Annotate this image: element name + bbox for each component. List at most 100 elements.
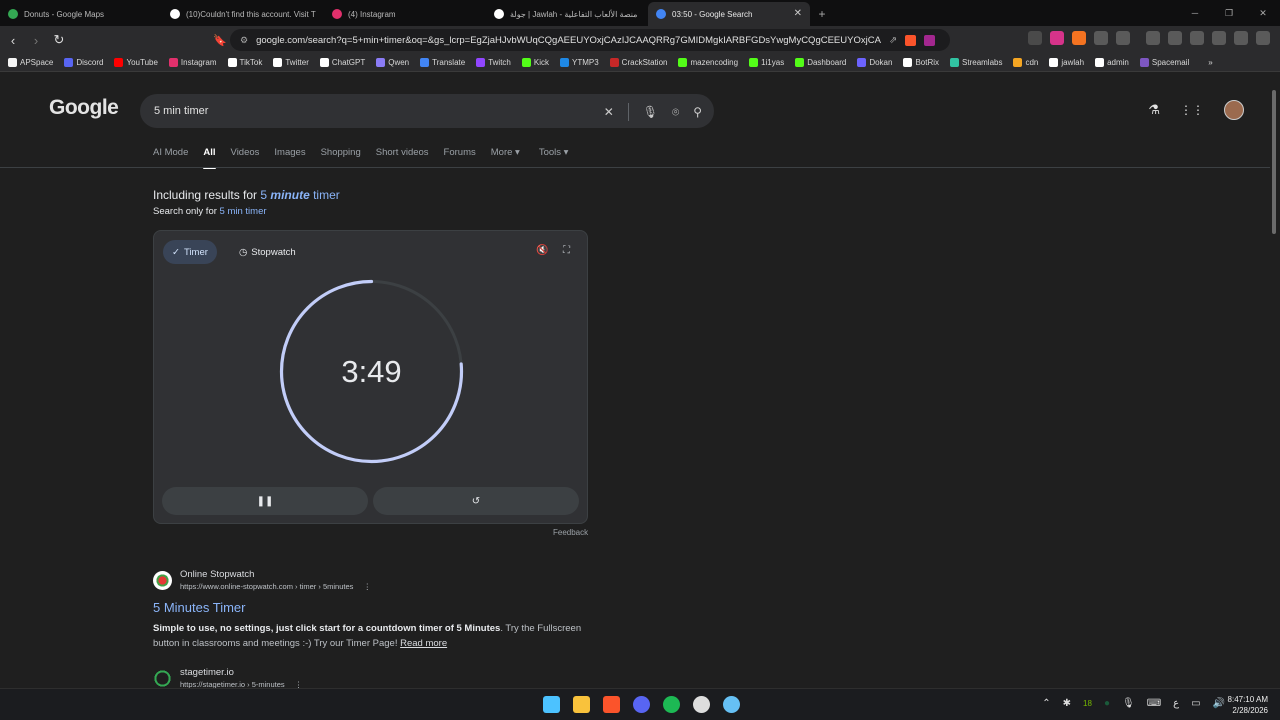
bookmark-item[interactable]: Translate	[420, 58, 465, 67]
bookmark-item[interactable]: cdn	[1013, 58, 1038, 67]
bookmark-item[interactable]: Kick	[521, 58, 549, 67]
nvidia-icon[interactable]: 18	[1083, 699, 1092, 708]
tab-jawlah[interactable]: جولة | Jawlah - منصة الألعاب التفاعلية	[486, 2, 648, 26]
tab-tools[interactable]: Tools ▾	[539, 147, 569, 169]
sidebar-icon[interactable]	[1168, 31, 1182, 45]
language-indicator[interactable]: ع	[1173, 698, 1179, 709]
microphone-icon[interactable]: 🎙	[1122, 698, 1135, 709]
reload-icon[interactable]: ↻	[49, 30, 69, 50]
bookmark-item[interactable]: Discord	[64, 58, 103, 67]
steam-icon[interactable]	[723, 696, 740, 713]
leo-ai-icon[interactable]	[1212, 31, 1226, 45]
original-query-link[interactable]: 5 min timer	[220, 206, 267, 217]
bookmark-item[interactable]: ChatGPT	[319, 58, 365, 67]
chevron-up-icon[interactable]: ⌃	[1042, 698, 1050, 709]
result-header[interactable]: stagetimer.io https://stagetimer.io › 5-…	[153, 667, 302, 689]
corrected-query-link[interactable]: 5 minute timer	[260, 188, 339, 202]
tab-instagram[interactable]: (4) Instagram	[324, 2, 486, 26]
bookmark-item[interactable]: APSpace	[8, 58, 53, 67]
tray-app-icon[interactable]: ●	[1104, 698, 1110, 709]
spotify-icon[interactable]	[663, 696, 680, 713]
puzzle-icon[interactable]	[1094, 31, 1108, 45]
extension-icon[interactable]	[1072, 31, 1086, 45]
site-info-icon[interactable]: ⚙	[240, 35, 248, 46]
tab-ai-mode[interactable]: AI Mode	[153, 147, 188, 169]
reset-button[interactable]: ↺	[373, 487, 579, 515]
slack-icon[interactable]: ✱	[1063, 698, 1071, 709]
brave-shield-icon[interactable]	[905, 34, 917, 46]
apps-grid-icon[interactable]: ⋮⋮	[1180, 103, 1204, 117]
network-icon[interactable]: ▭	[1191, 698, 1200, 709]
bookmark-item[interactable]: Twitch	[476, 58, 511, 67]
bookmark-item[interactable]: Twitter	[273, 58, 309, 67]
share-icon[interactable]: ⇗	[889, 35, 897, 46]
bookmark-item[interactable]: Dokan	[857, 58, 892, 67]
result-header[interactable]: Online Stopwatch https://www.online-stop…	[153, 569, 583, 591]
bookmark-item[interactable]: jawlah	[1049, 58, 1084, 67]
forward-icon[interactable]: ›	[26, 30, 46, 50]
search-input[interactable]: 5 min timer ✕ 🎙 ⌾ ⚲	[140, 94, 714, 128]
maximize-icon[interactable]: ❐	[1212, 0, 1246, 26]
google-logo[interactable]: Google	[49, 96, 119, 120]
close-window-icon[interactable]: ✕	[1246, 0, 1280, 26]
address-bar[interactable]: ⚙ google.com/search?q=5+min+timer&oq=&gs…	[230, 29, 950, 51]
windows-start-icon[interactable]	[543, 696, 560, 713]
tab-forums[interactable]: Forums	[444, 147, 476, 169]
discord-icon[interactable]	[633, 696, 650, 713]
bookmark-item[interactable]: admin	[1095, 58, 1129, 67]
read-more-link[interactable]: Read more	[400, 638, 447, 649]
result-title-link[interactable]: 5 Minutes Timer	[153, 600, 583, 615]
scrollbar[interactable]	[1272, 90, 1276, 234]
volume-icon[interactable]: 🔊	[1213, 698, 1225, 709]
extension-icon[interactable]	[1116, 31, 1130, 45]
lens-icon[interactable]: ⌾	[672, 105, 679, 120]
tab-google-search[interactable]: 03:50 - Google Search ✕	[648, 2, 810, 26]
bookmark-item[interactable]: 1i1yas	[749, 58, 784, 67]
tab-short-videos[interactable]: Short videos	[376, 147, 429, 169]
bookmark-item[interactable]: Dashboard	[795, 58, 846, 67]
tab-all[interactable]: All	[203, 147, 215, 169]
bookmark-item[interactable]: Qwen	[376, 58, 409, 67]
bookmark-item[interactable]: TikTok	[227, 58, 262, 67]
bookmark-item[interactable]: mazencoding	[678, 58, 738, 67]
minimize-icon[interactable]: ─	[1178, 0, 1212, 26]
bookmark-item[interactable]: CrackStation	[609, 58, 667, 67]
timer-tab[interactable]: ✓ Timer	[163, 240, 217, 264]
search-icon[interactable]: ⚲	[693, 105, 702, 119]
brave-rewards-icon[interactable]	[924, 34, 936, 46]
extension-icon[interactable]	[1050, 31, 1064, 45]
bookmark-icon[interactable]: 🔖	[210, 30, 230, 50]
bookmark-item[interactable]: YTMP3	[560, 58, 599, 67]
github-icon[interactable]	[693, 696, 710, 713]
clock[interactable]: 8:47:10 AM 2/28/2026	[1228, 694, 1268, 716]
tab-videos[interactable]: Videos	[231, 147, 260, 169]
vpn-icon[interactable]	[1234, 31, 1248, 45]
wallet-icon[interactable]	[1190, 31, 1204, 45]
extension-icon[interactable]	[1028, 31, 1042, 45]
labs-icon[interactable]: ⚗	[1148, 102, 1160, 118]
brave-browser-icon[interactable]	[603, 696, 620, 713]
bookmark-item[interactable]: BotRix	[903, 58, 939, 67]
avatar[interactable]	[1224, 100, 1244, 120]
tab-google-maps[interactable]: Donuts - Google Maps	[0, 2, 162, 26]
fullscreen-icon[interactable]: ⛶	[563, 245, 570, 256]
back-icon[interactable]: ‹	[3, 30, 23, 50]
new-tab-button[interactable]: +	[810, 2, 834, 26]
close-tab-icon[interactable]: ✕	[794, 8, 802, 19]
bookmark-item[interactable]: Instagram	[168, 58, 217, 67]
stopwatch-tab[interactable]: ◷ Stopwatch	[230, 240, 305, 264]
more-options-icon[interactable]: ⋮	[364, 582, 372, 591]
feedback-link[interactable]: Feedback	[553, 528, 588, 537]
clear-icon[interactable]: ✕	[604, 105, 614, 119]
tab-tiktok[interactable]: (10)Couldn't find this account. Visit T	[162, 2, 324, 26]
tab-images[interactable]: Images	[274, 147, 305, 169]
tab-more[interactable]: More ▾	[491, 147, 520, 169]
menu-icon[interactable]	[1256, 31, 1270, 45]
tab-shopping[interactable]: Shopping	[321, 147, 361, 169]
file-explorer-icon[interactable]	[573, 696, 590, 713]
mute-icon[interactable]: 🔇	[536, 245, 548, 256]
bookmarks-overflow-icon[interactable]: »	[1208, 58, 1212, 67]
microphone-icon[interactable]: 🎙	[643, 105, 658, 119]
keyboard-icon[interactable]: ⌨	[1147, 698, 1161, 709]
pause-button[interactable]: ❚❚	[162, 487, 368, 515]
